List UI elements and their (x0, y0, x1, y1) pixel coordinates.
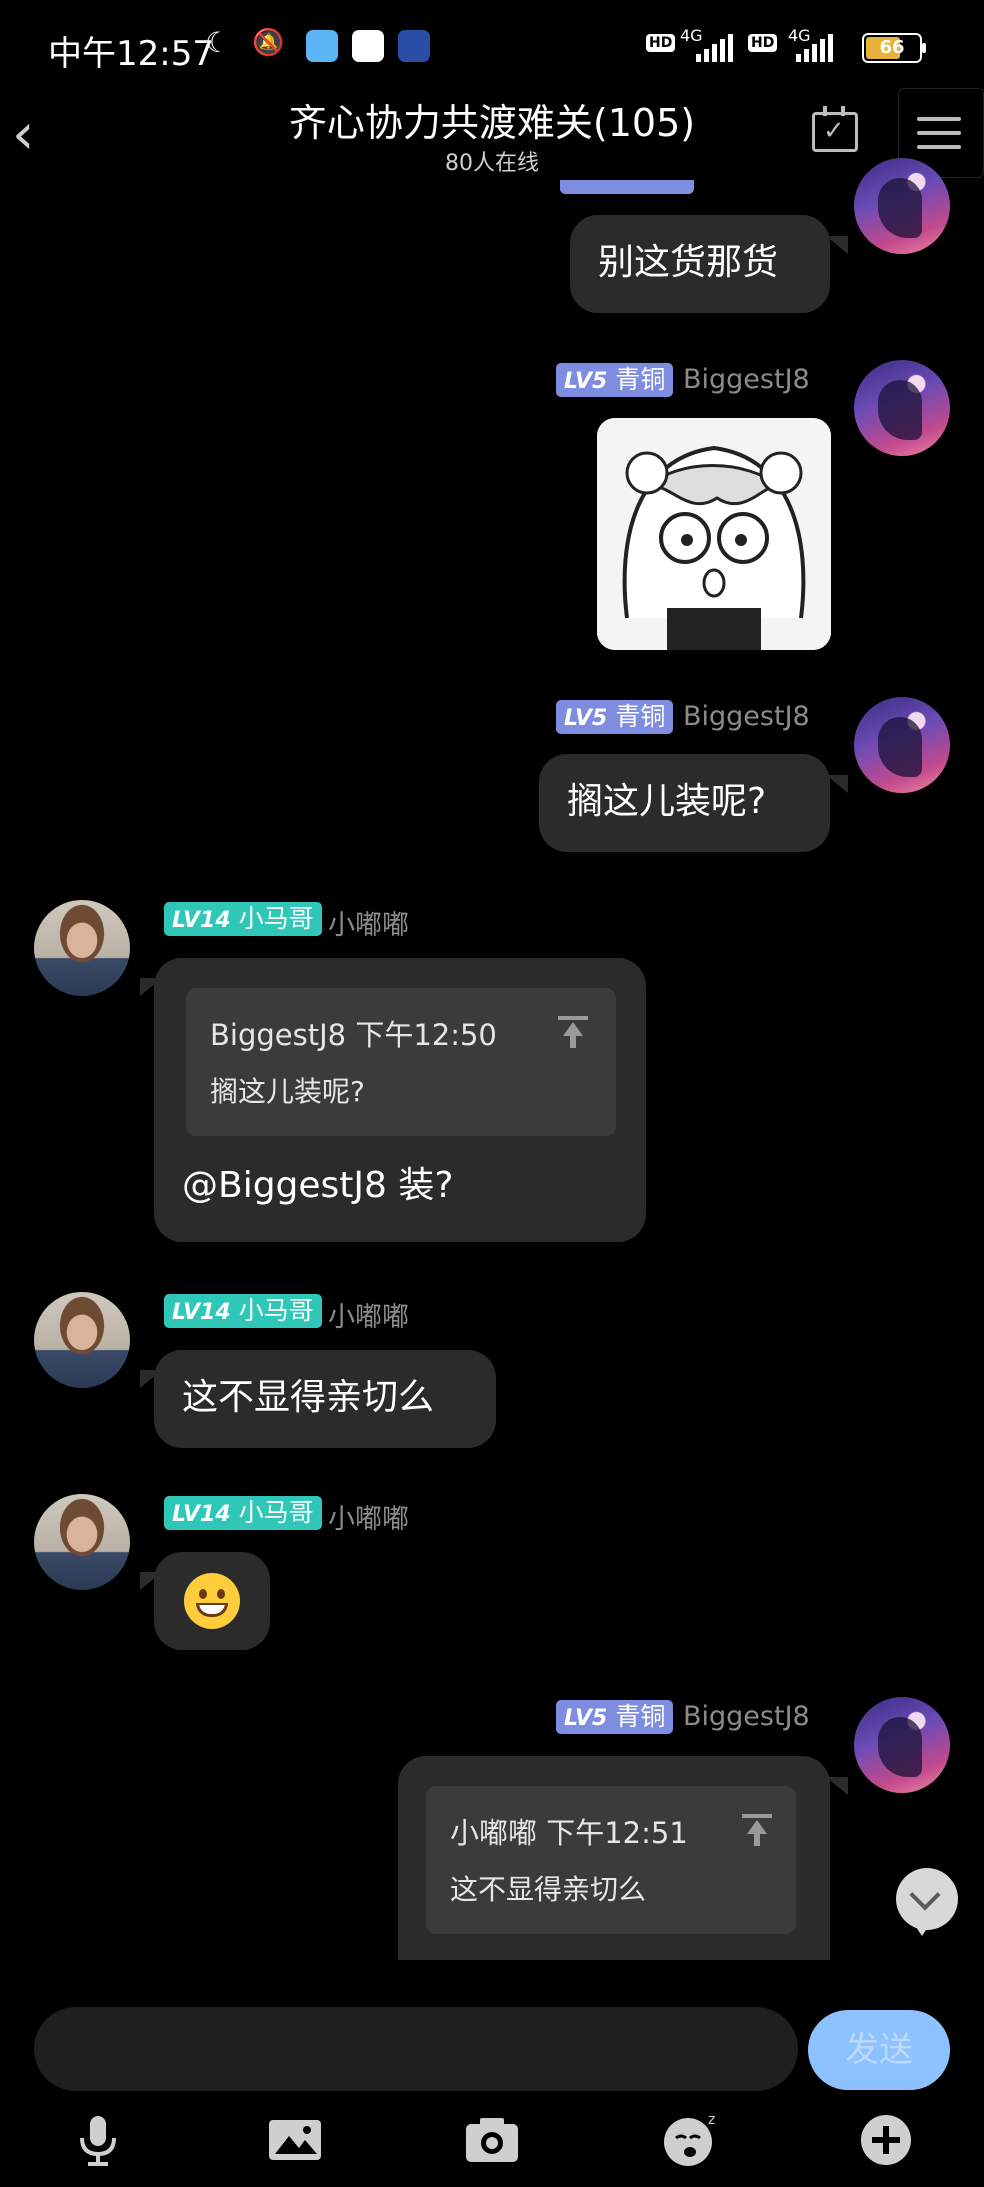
avatar[interactable] (34, 900, 130, 996)
quote-text: 这不显得亲切么 (450, 1873, 647, 1906)
signal-icon (796, 34, 836, 62)
jump-to-message-icon[interactable] (742, 1814, 772, 1848)
sender-name: 小嘟嘟 (328, 910, 409, 941)
hd-icon: HD (748, 34, 778, 52)
message-bubble[interactable] (154, 1552, 270, 1650)
quote-header: 小嘟嘟 下午12:51 (450, 1816, 688, 1850)
image-icon[interactable] (265, 2110, 325, 2170)
level-badge: LV5 青铜 (556, 363, 674, 397)
message-text: 这不显得亲切么 (182, 1377, 435, 1418)
message-bubble[interactable]: BiggestJ8 下午12:50 搁这儿装呢? @BiggestJ8 装? (154, 958, 646, 1242)
battery-icon: 66 (862, 33, 926, 63)
svg-text:z: z (708, 2112, 715, 2128)
level-badge: LV14 小马哥 (164, 1294, 322, 1328)
plus-icon[interactable] (856, 2110, 916, 2170)
camera-icon[interactable] (462, 2110, 522, 2170)
scroll-to-bottom-button[interactable] (896, 1868, 958, 1936)
message-input[interactable] (34, 2007, 798, 2091)
message-text: 别这货那货 (598, 242, 779, 283)
sender-name: BiggestJ8 (683, 1701, 810, 1732)
message-bubble[interactable]: 别这货那货 (570, 215, 830, 313)
message-text: @BiggestJ8 装? (182, 1165, 454, 1206)
avatar[interactable] (854, 158, 950, 254)
sender-name: 小嘟嘟 (328, 1504, 409, 1535)
sticker-image[interactable] (597, 418, 831, 650)
quoted-message[interactable]: BiggestJ8 下午12:50 搁这儿装呢? (186, 988, 616, 1136)
message-bubble[interactable]: 这不显得亲切么 (154, 1350, 496, 1448)
quoted-message[interactable]: 小嘟嘟 下午12:51 这不显得亲切么 (426, 1786, 796, 1934)
jump-to-message-icon[interactable] (558, 1016, 588, 1050)
sender-name: BiggestJ8 (683, 364, 810, 395)
message-bubble[interactable]: 小嘟嘟 下午12:51 这不显得亲切么 (398, 1756, 830, 1960)
quote-header: BiggestJ8 下午12:50 (210, 1018, 497, 1052)
calendar-check-icon[interactable]: ✓ (812, 106, 858, 152)
level-badge: LV5 青铜 (556, 1700, 674, 1734)
avatar[interactable] (34, 1292, 130, 1388)
microphone-icon[interactable] (68, 2110, 128, 2170)
level-badge: LV14 小马哥 (164, 902, 322, 936)
mute-icon: 🔕 (252, 28, 285, 58)
sender-name: 小嘟嘟 (328, 1302, 409, 1333)
sender-name: BiggestJ8 (683, 701, 810, 732)
send-button[interactable]: 发送 (808, 2010, 950, 2090)
quote-text: 搁这儿装呢? (210, 1075, 365, 1108)
level-badge: LV5 青铜 (556, 700, 674, 734)
status-bar: 中午12:57 ☾ 🔕 HD 4G HD 4G 66 (0, 0, 984, 95)
avatar[interactable] (34, 1494, 130, 1590)
status-time: 中午12:57 (48, 34, 214, 74)
hd-icon: HD (646, 34, 676, 52)
avatar[interactable] (854, 1697, 950, 1793)
moon-icon: ☾ (205, 26, 231, 59)
avatar[interactable] (854, 360, 950, 456)
message-text: 搁这儿装呢? (567, 781, 767, 822)
emoji-icon[interactable]: z (660, 2110, 720, 2170)
app-icon (398, 30, 430, 62)
app-icon (306, 30, 338, 62)
level-badge: LV14 小马哥 (164, 1496, 322, 1530)
grinning-face-icon (184, 1573, 240, 1629)
app-icon (352, 30, 384, 62)
avatar[interactable] (854, 697, 950, 793)
signal-icon (696, 34, 736, 62)
message-bubble[interactable]: 搁这儿装呢? (539, 754, 830, 852)
